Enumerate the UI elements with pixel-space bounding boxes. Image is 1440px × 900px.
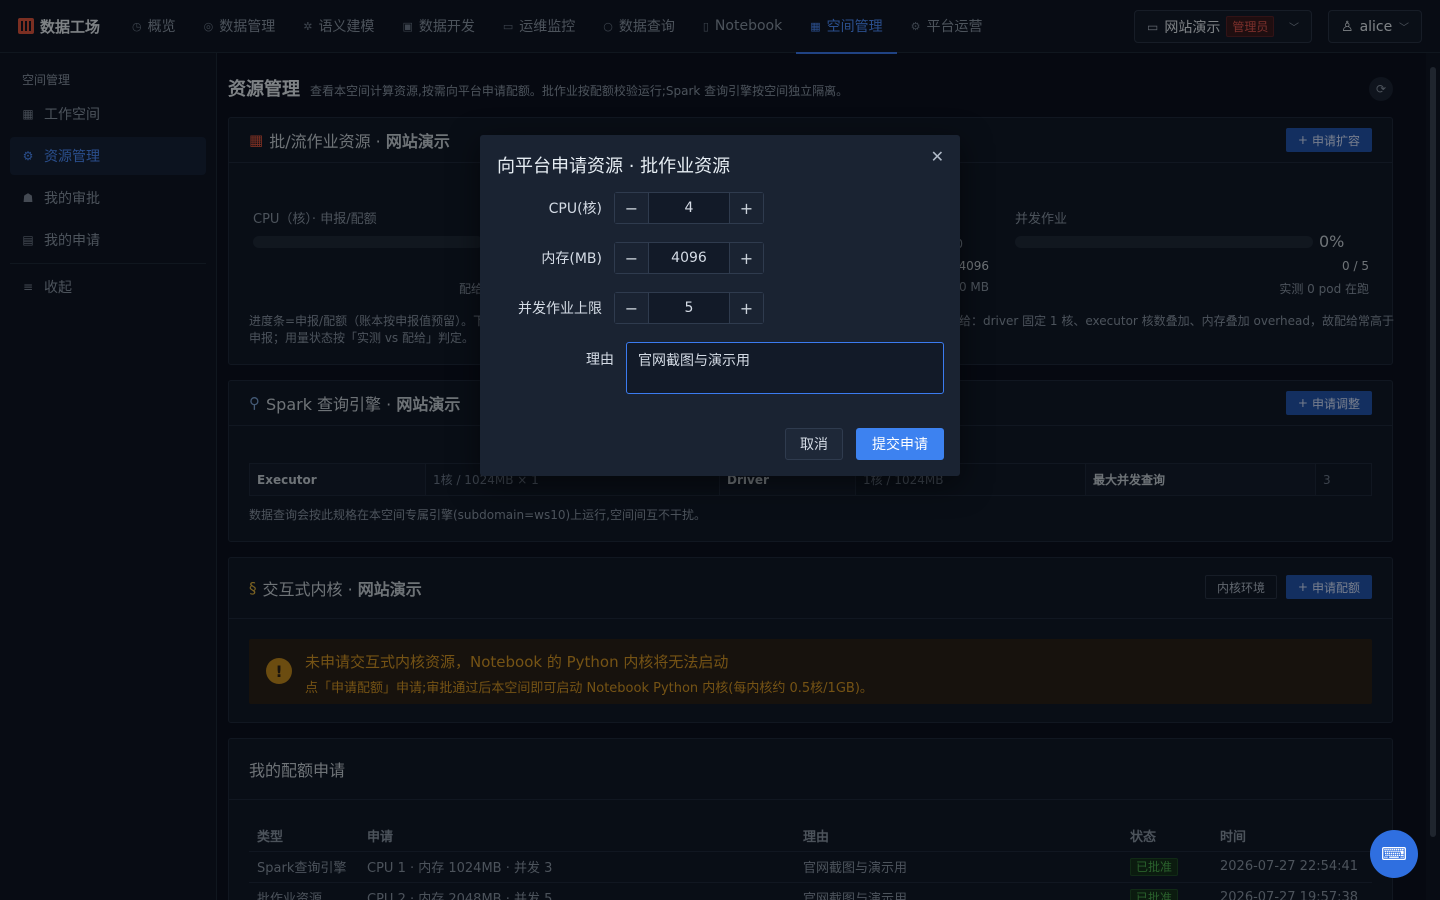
- memory-row: 内存(MB) − 4096 +: [480, 242, 960, 274]
- concurrency-decrement-button[interactable]: −: [615, 293, 649, 323]
- cpu-label: CPU(核): [548, 201, 602, 217]
- submit-request-button[interactable]: 提交申请: [856, 428, 944, 460]
- close-icon[interactable]: ✕: [931, 147, 944, 166]
- memory-value[interactable]: 4096: [649, 243, 729, 273]
- memory-decrement-button[interactable]: −: [615, 243, 649, 273]
- memory-increment-button[interactable]: +: [729, 243, 763, 273]
- resource-request-dialog: 向平台申请资源 · 批作业资源 ✕ CPU(核) − 4 + 内存(MB) − …: [480, 135, 960, 476]
- concurrency-stepper[interactable]: − 5 +: [614, 292, 764, 324]
- reason-textarea[interactable]: 官网截图与演示用: [626, 342, 944, 394]
- concurrency-row: 并发作业上限 − 5 +: [480, 292, 960, 324]
- concurrency-label: 并发作业上限: [518, 301, 602, 317]
- cpu-increment-button[interactable]: +: [729, 193, 763, 223]
- cpu-decrement-button[interactable]: −: [615, 193, 649, 223]
- reason-label: 理由: [586, 352, 614, 368]
- dialog-title: 向平台申请资源 · 批作业资源: [497, 156, 731, 177]
- concurrency-increment-button[interactable]: +: [729, 293, 763, 323]
- chat-bubble-icon: ⌨: [1381, 843, 1407, 865]
- concurrency-value[interactable]: 5: [649, 293, 729, 323]
- memory-stepper[interactable]: − 4096 +: [614, 242, 764, 274]
- cpu-row: CPU(核) − 4 +: [480, 192, 960, 224]
- chat-button[interactable]: ⌨: [1370, 830, 1418, 878]
- cpu-stepper[interactable]: − 4 +: [614, 192, 764, 224]
- cancel-button[interactable]: 取消: [785, 428, 843, 460]
- cpu-value[interactable]: 4: [649, 193, 729, 223]
- memory-label: 内存(MB): [541, 251, 602, 267]
